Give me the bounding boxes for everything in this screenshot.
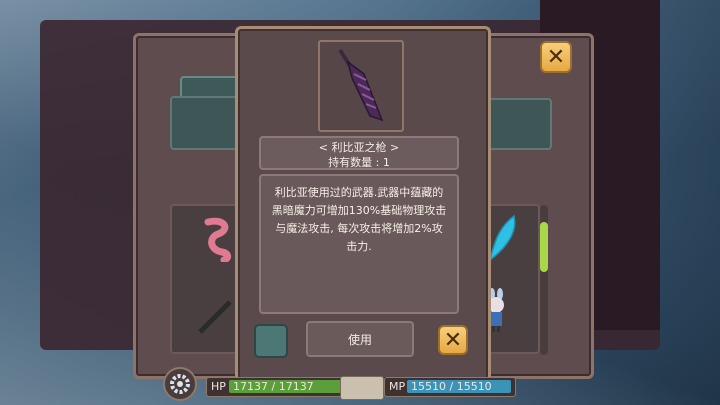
item-description-line: 利比亚使用过的武器.武器中蕴藏的 [274, 186, 444, 199]
use-button[interactable]: 使用 [306, 321, 414, 357]
dialog-close-button[interactable]: ✕ [438, 325, 468, 355]
right-top-slot[interactable] [484, 98, 552, 150]
item-name-box: < 利比亚之枪 > 持有数量 : 1 [259, 136, 459, 170]
pink-tentacle-item-icon[interactable] [200, 216, 236, 262]
item-description-box: 利比亚使用过的武器.武器中蕴藏的 黑暗魔力可增加130%基础物理攻击 与魔法攻击… [259, 174, 459, 314]
gear-icon[interactable] [162, 366, 198, 402]
item-description-line: 与魔法攻击, 每次攻击将增加2%攻 [275, 222, 443, 235]
teal-toggle-square[interactable] [254, 324, 288, 358]
scrollbar-thumb[interactable] [540, 222, 548, 272]
mp-label: MP [389, 380, 406, 393]
book-icon[interactable] [340, 376, 384, 400]
item-name: < 利比亚之枪 > [318, 141, 400, 154]
hp-bar: HP 17137 / 17137 [206, 377, 348, 397]
close-icon: ✕ [443, 328, 463, 353]
close-icon: ✕ [546, 45, 566, 70]
mp-bar: MP 15510 / 15510 [384, 377, 516, 397]
dark-spear-item-icon[interactable] [196, 296, 236, 336]
item-description-line: 黑暗魔力可增加130%基础物理攻击 [271, 204, 447, 217]
hp-value: 17137 / 17137 [233, 380, 314, 393]
left-top-slot[interactable] [170, 96, 244, 150]
spear-item-icon [338, 48, 384, 122]
hp-label: HP [211, 380, 226, 393]
mp-value: 15510 / 15510 [411, 380, 492, 393]
close-button[interactable]: ✕ [540, 41, 572, 73]
item-quantity: 持有数量 : 1 [328, 156, 390, 169]
item-description-line: 击力. [346, 240, 372, 253]
